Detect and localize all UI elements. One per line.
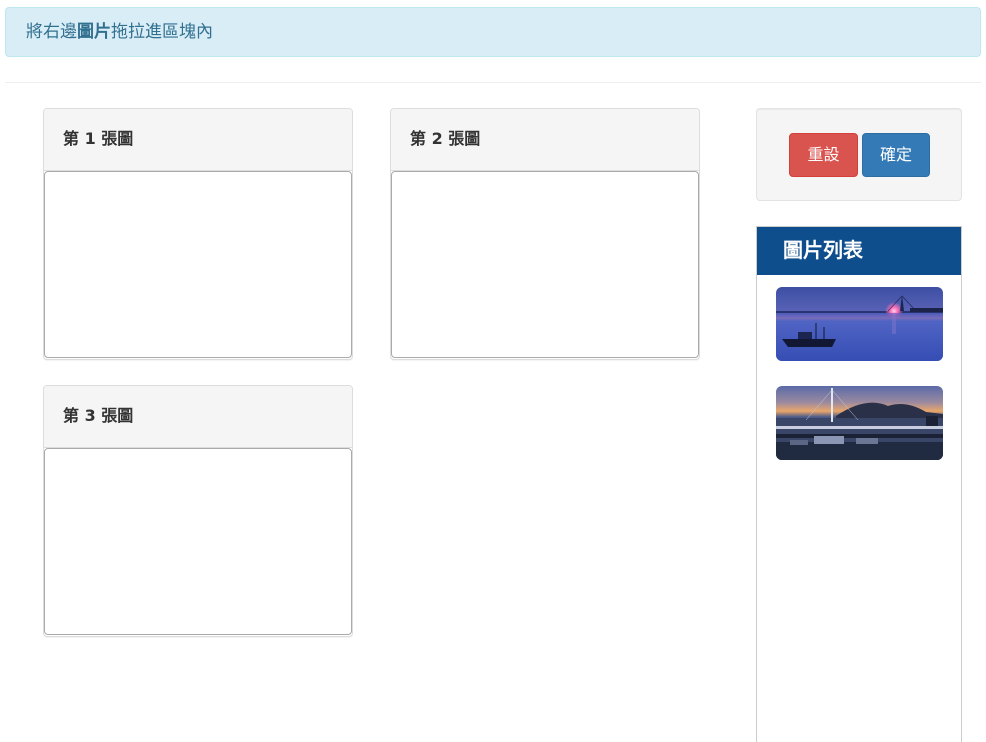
alert-emphasis: 圖片 bbox=[77, 22, 111, 42]
drop-zone-3[interactable] bbox=[44, 448, 352, 635]
confirm-button[interactable]: 確定 bbox=[862, 133, 930, 177]
draggable-image-2[interactable] bbox=[776, 386, 943, 460]
sunset-bridge-boat-photo bbox=[776, 287, 943, 361]
drop-zone-1[interactable] bbox=[44, 171, 352, 358]
alert-prefix: 將右邊 bbox=[26, 22, 77, 42]
alert-suffix: 拖拉進區塊內 bbox=[111, 22, 213, 42]
image-list-panel: 圖片列表 bbox=[756, 226, 962, 742]
image-slot-panel-3: 第 3 張圖 bbox=[43, 385, 353, 637]
divider bbox=[5, 82, 981, 83]
panel-title-2: 第 2 張圖 bbox=[391, 109, 699, 171]
drop-zone-2[interactable] bbox=[391, 171, 699, 358]
page: 將右邊圖片拖拉進區塊內 第 1 張圖 第 2 張圖 第 3 張圖 重設 確定 圖… bbox=[0, 0, 986, 742]
instruction-alert: 將右邊圖片拖拉進區塊內 bbox=[5, 7, 981, 57]
panel-title-3: 第 3 張圖 bbox=[44, 386, 352, 448]
draggable-image-1[interactable] bbox=[776, 287, 943, 361]
harbor-mountain-dusk-photo bbox=[776, 386, 943, 460]
image-slot-panel-2: 第 2 張圖 bbox=[390, 108, 700, 360]
image-list-title: 圖片列表 bbox=[757, 227, 961, 275]
actions-well: 重設 確定 bbox=[756, 108, 962, 201]
panel-title-1: 第 1 張圖 bbox=[44, 109, 352, 171]
reset-button[interactable]: 重設 bbox=[789, 133, 858, 177]
image-slot-panel-1: 第 1 張圖 bbox=[43, 108, 353, 360]
